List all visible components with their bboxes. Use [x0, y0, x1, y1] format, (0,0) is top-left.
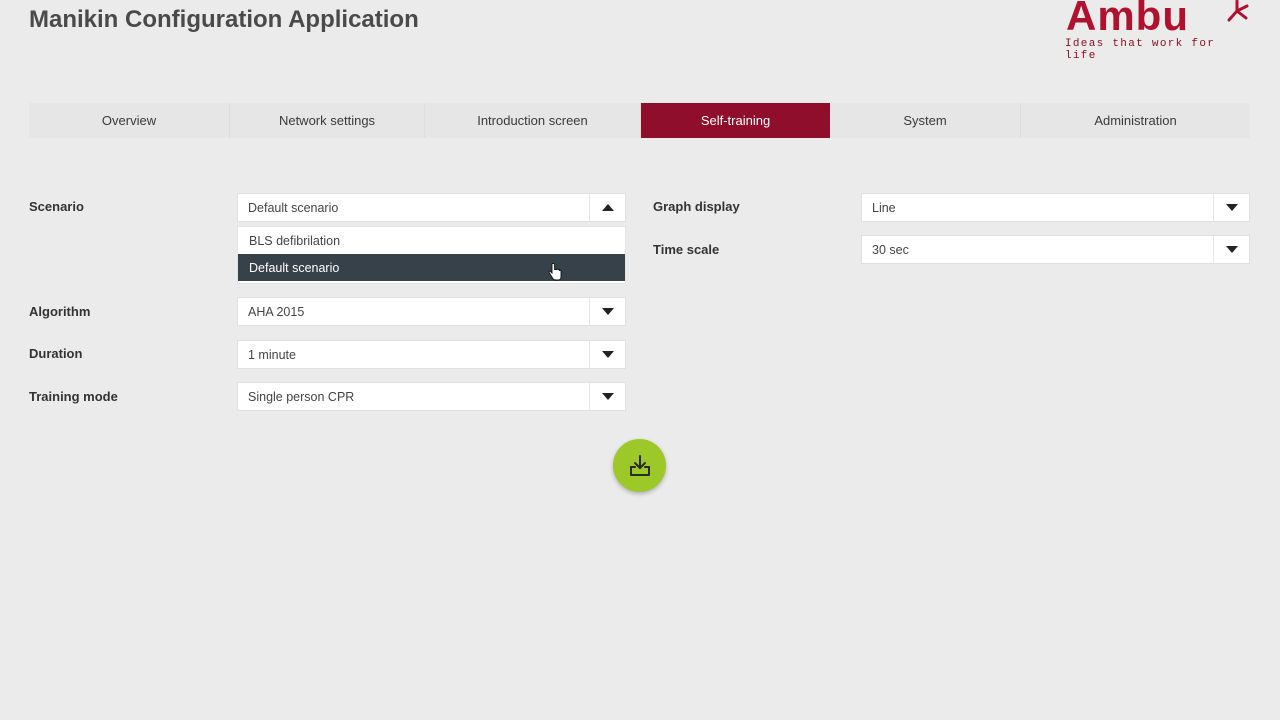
- time-scale-value: 30 sec: [872, 242, 909, 257]
- graph-display-value: Line: [872, 200, 896, 215]
- ambu-logo: Ambu Ideas that work for life: [1062, 0, 1254, 62]
- training-mode-value: Single person CPR: [248, 389, 355, 404]
- app-title: Manikin Configuration Application: [29, 6, 419, 33]
- tab-network-settings[interactable]: Network settings: [230, 103, 425, 138]
- main-tabs: Overview Network settings Introduction s…: [29, 103, 1250, 138]
- time-scale-label: Time scale: [653, 242, 720, 257]
- logo-wordmark: Ambu: [1066, 0, 1189, 39]
- time-scale-toggle-button[interactable]: [1213, 236, 1249, 263]
- algorithm-value: AHA 2015: [248, 304, 305, 319]
- graph-display-toggle-button[interactable]: [1213, 194, 1249, 221]
- chevron-down-icon: [1225, 204, 1238, 211]
- algorithm-select[interactable]: AHA 2015: [237, 297, 626, 326]
- scenario-toggle-button[interactable]: [589, 194, 625, 221]
- algorithm-toggle-button[interactable]: [589, 298, 625, 325]
- tab-self-training[interactable]: Self-training: [641, 103, 830, 138]
- chevron-down-icon: [601, 308, 614, 315]
- duration-label: Duration: [29, 346, 83, 361]
- training-mode-select[interactable]: Single person CPR: [237, 382, 626, 411]
- time-scale-select[interactable]: 30 sec: [861, 235, 1250, 264]
- chevron-down-icon: [1225, 246, 1238, 253]
- scenario-select[interactable]: Default scenario: [237, 193, 626, 222]
- tab-overview[interactable]: Overview: [29, 103, 230, 138]
- duration-select[interactable]: 1 minute: [237, 340, 626, 369]
- logo-tagline: Ideas that work for life: [1065, 38, 1216, 62]
- duration-toggle-button[interactable]: [589, 341, 625, 368]
- chevron-down-icon: [601, 351, 614, 358]
- logo-star-icon: [1227, 0, 1249, 22]
- scenario-value: Default scenario: [248, 200, 339, 215]
- graph-display-label: Graph display: [653, 199, 740, 214]
- hand-cursor-icon: [548, 263, 562, 281]
- algorithm-label: Algorithm: [29, 304, 91, 319]
- chevron-up-icon: [601, 204, 614, 211]
- tab-introduction-screen[interactable]: Introduction screen: [425, 103, 641, 138]
- tab-system[interactable]: System: [830, 103, 1021, 138]
- graph-display-select[interactable]: Line: [861, 193, 1250, 222]
- duration-value: 1 minute: [248, 347, 296, 362]
- option-default-scenario[interactable]: Default scenario: [238, 254, 625, 281]
- tab-administration[interactable]: Administration: [1021, 103, 1250, 138]
- training-mode-label: Training mode: [29, 389, 118, 404]
- chevron-down-icon: [601, 393, 614, 400]
- scenario-dropdown-list: BLS defibrilation Default scenario: [237, 226, 626, 284]
- download-tray-icon: [629, 454, 650, 476]
- scenario-label: Scenario: [29, 199, 84, 214]
- save-button[interactable]: [613, 439, 666, 492]
- training-mode-toggle-button[interactable]: [589, 383, 625, 410]
- option-bls-defibrilation[interactable]: BLS defibrilation: [238, 227, 625, 254]
